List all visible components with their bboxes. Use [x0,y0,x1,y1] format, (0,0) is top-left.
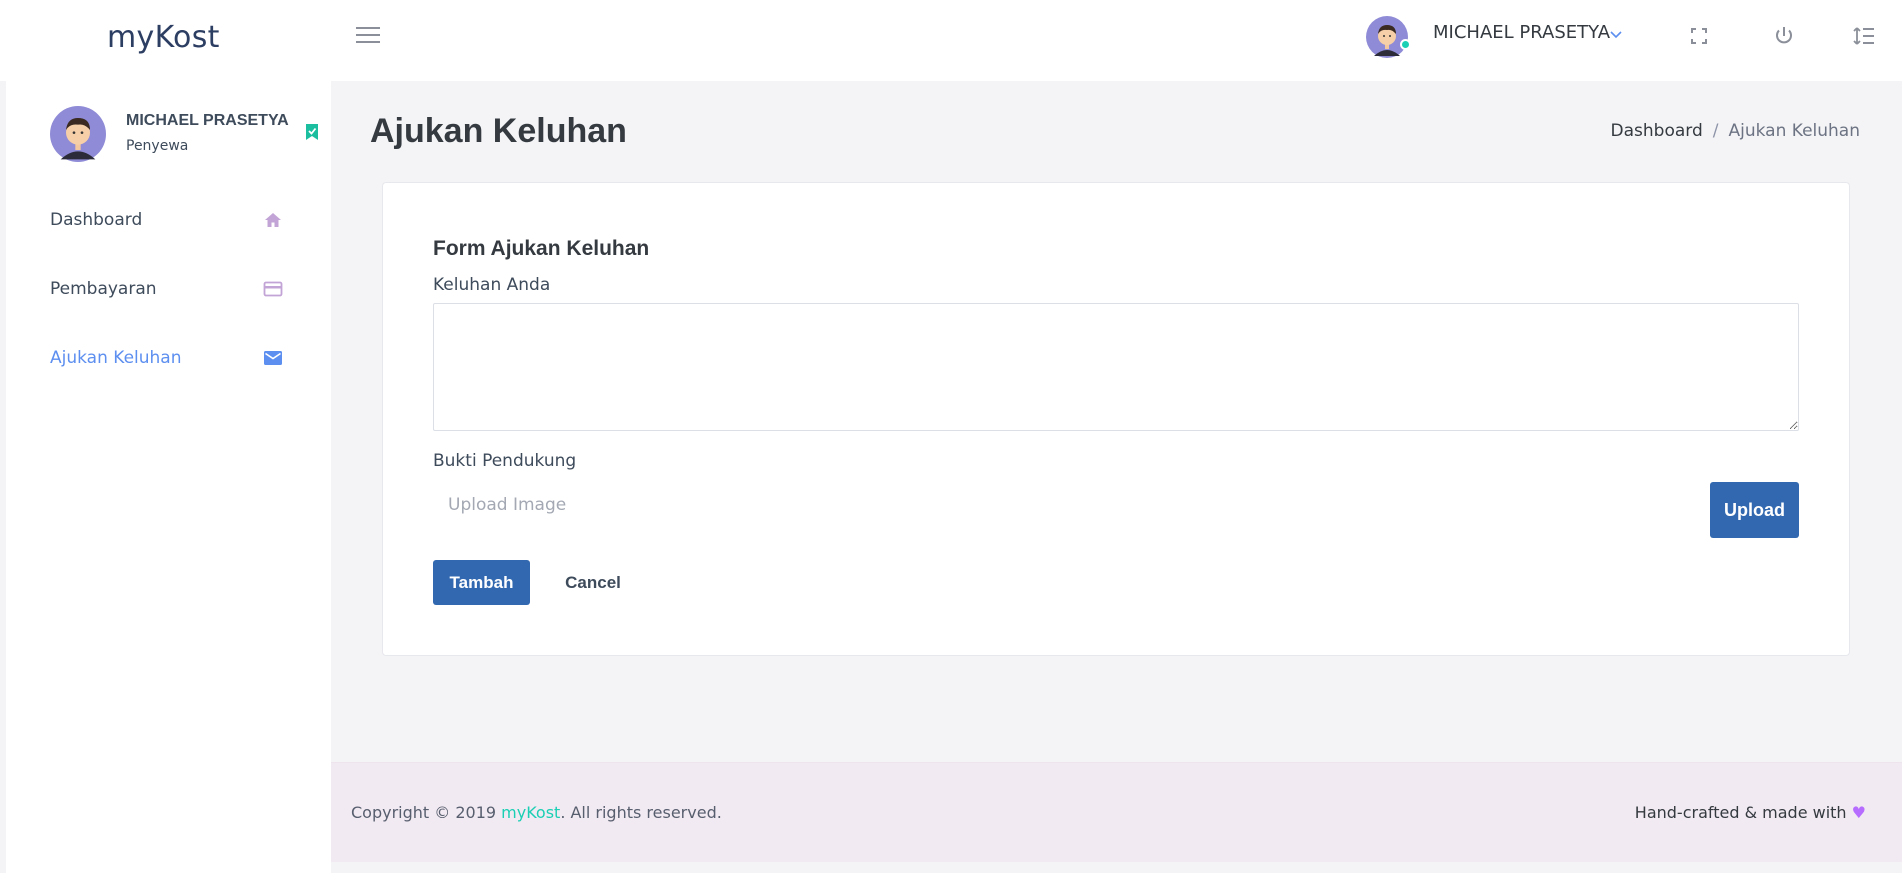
top-navbar: myKost MICHAEL PRASETYA [0,0,1902,81]
sidebar-item-label: Pembayaran [50,279,157,299]
bookmark-check-icon [306,124,318,140]
credit-card-icon [263,281,283,297]
tambah-button[interactable]: Tambah [433,560,530,605]
evidence-label: Bukti Pendukung [433,451,577,471]
online-status-dot [1400,39,1411,50]
sidebar-item-label: Dashboard [50,210,143,230]
page-title: Ajukan Keluhan [370,112,627,150]
heart-icon: ♥ [1851,803,1866,822]
upload-button[interactable]: Upload [1710,482,1799,538]
profile-role: Penyewa [126,138,189,154]
fullscreen-icon[interactable] [1687,24,1711,48]
profile-avatar[interactable] [50,106,106,162]
breadcrumb-dashboard[interactable]: Dashboard [1611,121,1703,141]
user-avatar[interactable] [1366,16,1408,58]
form-title: Form Ajukan Keluhan [433,237,650,260]
brand-logo[interactable]: myKost [107,20,220,55]
power-icon[interactable] [1772,24,1796,48]
format-line-spacing-icon[interactable] [1852,24,1876,48]
sidebar-item-dashboard[interactable]: Dashboard [50,205,290,235]
upload-image-input[interactable] [433,477,1691,533]
sidebar-item-label: Ajukan Keluhan [50,348,182,368]
complaint-textarea[interactable] [433,303,1799,431]
copyright-text: Copyright © 2019 myKost. All rights rese… [351,803,722,822]
cancel-button[interactable]: Cancel [548,560,638,605]
copyright-suffix: . All rights reserved. [560,803,722,822]
chevron-down-icon[interactable] [1609,30,1623,40]
breadcrumb-separator: / [1712,121,1719,141]
menu-icon[interactable] [356,27,382,47]
handcrafted-text: Hand-crafted & made with ♥ [1635,803,1866,822]
sidebar-item-ajukan-keluhan[interactable]: Ajukan Keluhan [50,343,290,373]
footer-brand-link[interactable]: myKost [501,803,560,822]
profile-name: MICHAEL PRASETYA [126,112,289,129]
copyright-prefix: Copyright © 2019 [351,803,502,822]
home-icon [265,213,281,227]
footer: Copyright © 2019 myKost. All rights rese… [331,762,1902,862]
sidebar-item-pembayaran[interactable]: Pembayaran [50,274,290,304]
complaint-label: Keluhan Anda [433,275,551,295]
email-icon [264,351,282,365]
breadcrumb-current: Ajukan Keluhan [1728,121,1861,141]
sidebar: MICHAEL PRASETYA Penyewa Dashboard Pemba… [6,81,331,873]
breadcrumb: Dashboard / Ajukan Keluhan [1611,121,1860,141]
user-name-toggle[interactable]: MICHAEL PRASETYA [1433,22,1610,43]
handcrafted-label: Hand-crafted & made with [1634,803,1852,822]
complaint-form-card: Form Ajukan Keluhan Keluhan Anda Bukti P… [382,182,1850,656]
